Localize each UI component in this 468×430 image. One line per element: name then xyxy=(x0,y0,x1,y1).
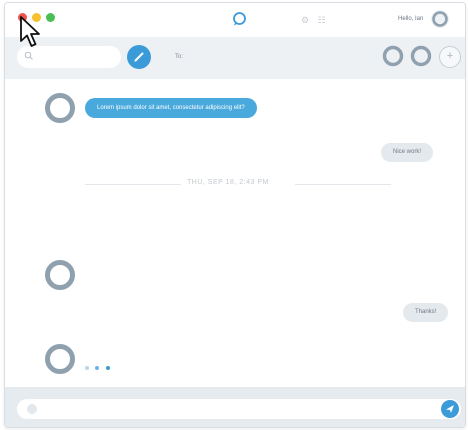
recipient-avatar[interactable] xyxy=(409,44,433,68)
message-input[interactable] xyxy=(43,402,427,418)
contact-avatar[interactable] xyxy=(43,258,77,292)
outgoing-message-bubble[interactable]: Thanks! xyxy=(403,303,449,322)
typing-dot xyxy=(105,366,110,370)
recipient-label: To: xyxy=(175,54,184,60)
compose-button[interactable] xyxy=(127,45,151,69)
typing-dot xyxy=(85,366,89,370)
mouse-pointer-icon xyxy=(20,16,40,47)
contact-avatar[interactable] xyxy=(43,342,77,376)
search-box[interactable] xyxy=(17,46,121,68)
message-field[interactable] xyxy=(17,399,461,419)
typing-dot xyxy=(95,366,100,370)
add-recipient-button[interactable]: + xyxy=(439,46,461,68)
chat-bubble-icon xyxy=(233,12,246,26)
outgoing-message-bubble[interactable]: Nice work! xyxy=(381,143,434,162)
paper-plane-icon xyxy=(446,405,454,413)
send-button[interactable] xyxy=(441,400,459,418)
user-avatar[interactable] xyxy=(431,10,449,28)
search-input[interactable] xyxy=(37,50,121,66)
user-greeting: Hello, Ian xyxy=(398,16,424,22)
message-timestamp: THU, SEP 18, 2:43 PM xyxy=(187,179,269,186)
search-icon xyxy=(24,51,33,60)
message-composer xyxy=(5,387,465,427)
title-bar: ⚙ ☷ Hello, Ian xyxy=(5,3,465,37)
messenger-window: ⚙ ☷ Hello, Ian To: + Lorem ipsum dolor s… xyxy=(4,2,466,428)
zoom-window-button[interactable] xyxy=(46,13,55,22)
recipient-avatar[interactable] xyxy=(381,44,405,68)
pencil-icon xyxy=(134,52,144,62)
attachment-icon[interactable] xyxy=(27,404,37,414)
title-bar-icons[interactable]: ⚙ ☷ xyxy=(301,15,329,26)
contact-avatar[interactable] xyxy=(43,91,77,125)
conversation-toolbar: To: + xyxy=(5,37,465,79)
divider-line xyxy=(85,184,181,185)
divider-line xyxy=(295,184,391,185)
typing-indicator xyxy=(85,357,112,375)
incoming-message-bubble[interactable]: Lorem ipsum dolor sit amet, consectetur … xyxy=(85,98,257,118)
